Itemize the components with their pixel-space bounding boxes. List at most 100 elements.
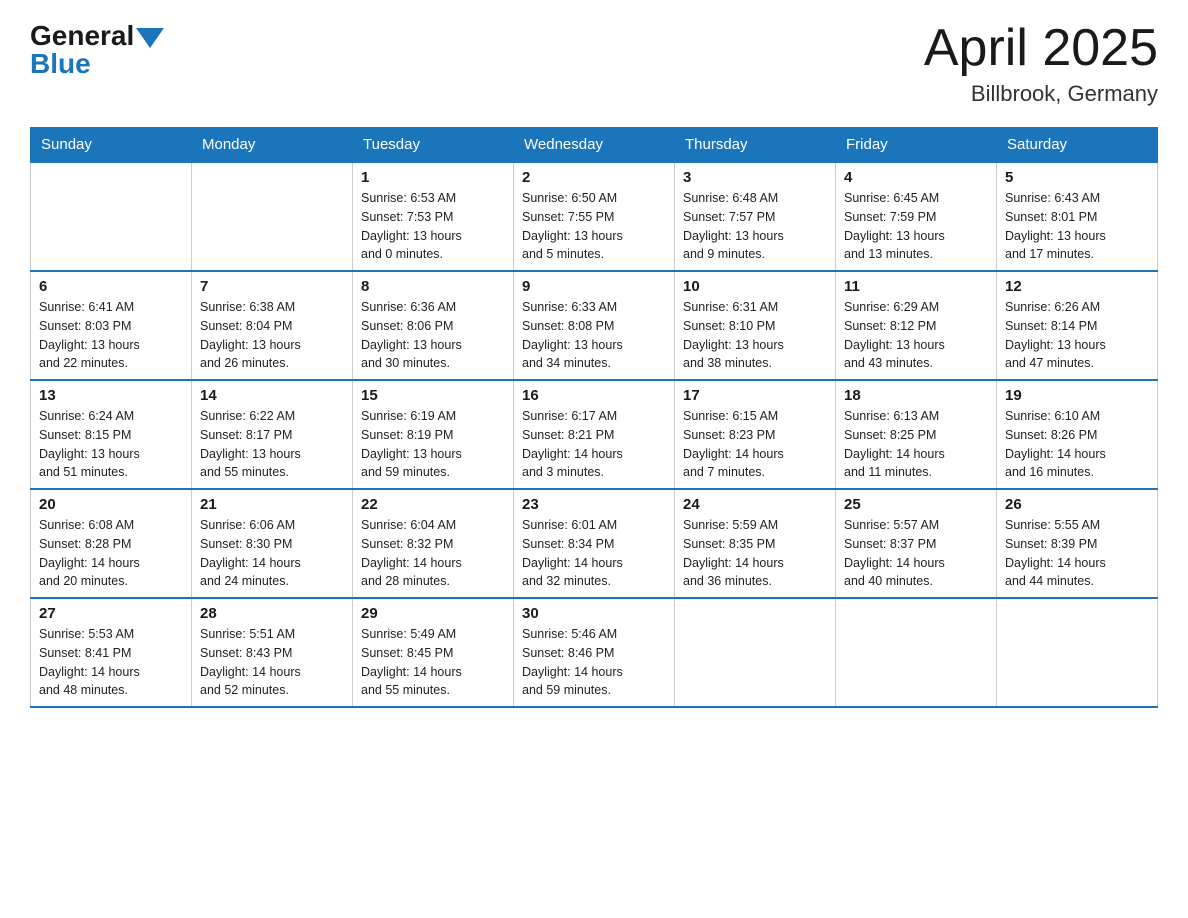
logo-arrow-icon — [136, 28, 164, 48]
calendar-cell: 28 Sunrise: 5:51 AM Sunset: 8:43 PM Dayli… — [192, 598, 353, 707]
calendar-cell — [836, 598, 997, 707]
day-info: Sunrise: 5:49 AM Sunset: 8:45 PM Dayligh… — [361, 625, 505, 700]
day-number: 26 — [1005, 496, 1149, 513]
calendar-cell: 23 Sunrise: 6:01 AM Sunset: 8:34 PM Dayli… — [514, 489, 675, 598]
day-info: Sunrise: 6:38 AM Sunset: 8:04 PM Dayligh… — [200, 298, 344, 373]
day-info: Sunrise: 6:29 AM Sunset: 8:12 PM Dayligh… — [844, 298, 988, 373]
day-number: 1 — [361, 169, 505, 186]
day-number: 17 — [683, 387, 827, 404]
day-number: 2 — [522, 169, 666, 186]
day-number: 10 — [683, 278, 827, 295]
day-info: Sunrise: 6:04 AM Sunset: 8:32 PM Dayligh… — [361, 516, 505, 591]
column-header-saturday: Saturday — [997, 128, 1158, 163]
day-number: 7 — [200, 278, 344, 295]
day-number: 15 — [361, 387, 505, 404]
calendar-cell: 7 Sunrise: 6:38 AM Sunset: 8:04 PM Daylig… — [192, 271, 353, 380]
day-number: 8 — [361, 278, 505, 295]
calendar-cell: 29 Sunrise: 5:49 AM Sunset: 8:45 PM Dayli… — [353, 598, 514, 707]
day-number: 16 — [522, 387, 666, 404]
calendar-cell: 9 Sunrise: 6:33 AM Sunset: 8:08 PM Daylig… — [514, 271, 675, 380]
day-info: Sunrise: 6:48 AM Sunset: 7:57 PM Dayligh… — [683, 189, 827, 264]
calendar-cell: 12Sunrise: 6:26 AM Sunset: 8:14 PM Dayli… — [997, 271, 1158, 380]
day-number: 27 — [39, 605, 183, 622]
day-info: Sunrise: 6:33 AM Sunset: 8:08 PM Dayligh… — [522, 298, 666, 373]
calendar-cell: 21 Sunrise: 6:06 AM Sunset: 8:30 PM Dayli… — [192, 489, 353, 598]
calendar-cell: 27 Sunrise: 5:53 AM Sunset: 8:41 PM Dayli… — [31, 598, 192, 707]
day-info: Sunrise: 6:31 AM Sunset: 8:10 PM Dayligh… — [683, 298, 827, 373]
day-number: 29 — [361, 605, 505, 622]
column-header-wednesday: Wednesday — [514, 128, 675, 163]
calendar-cell: 15 Sunrise: 6:19 AM Sunset: 8:19 PM Dayli… — [353, 380, 514, 489]
day-number: 9 — [522, 278, 666, 295]
calendar-cell — [997, 598, 1158, 707]
calendar-cell: 13Sunrise: 6:24 AM Sunset: 8:15 PM Dayli… — [31, 380, 192, 489]
day-info: Sunrise: 6:06 AM Sunset: 8:30 PM Dayligh… — [200, 516, 344, 591]
day-number: 4 — [844, 169, 988, 186]
day-number: 6 — [39, 278, 183, 295]
column-header-thursday: Thursday — [675, 128, 836, 163]
day-info: Sunrise: 6:43 AM Sunset: 8:01 PM Dayligh… — [1005, 189, 1149, 264]
calendar-cell: 22Sunrise: 6:04 AM Sunset: 8:32 PM Dayli… — [353, 489, 514, 598]
day-info: Sunrise: 5:59 AM Sunset: 8:35 PM Dayligh… — [683, 516, 827, 591]
day-info: Sunrise: 5:46 AM Sunset: 8:46 PM Dayligh… — [522, 625, 666, 700]
day-info: Sunrise: 6:36 AM Sunset: 8:06 PM Dayligh… — [361, 298, 505, 373]
calendar-header-row: SundayMondayTuesdayWednesdayThursdayFrid… — [31, 128, 1158, 163]
calendar-cell: 11 Sunrise: 6:29 AM Sunset: 8:12 PM Dayli… — [836, 271, 997, 380]
day-number: 13 — [39, 387, 183, 404]
day-info: Sunrise: 5:57 AM Sunset: 8:37 PM Dayligh… — [844, 516, 988, 591]
calendar-cell: 6 Sunrise: 6:41 AM Sunset: 8:03 PM Daylig… — [31, 271, 192, 380]
day-number: 25 — [844, 496, 988, 513]
calendar-cell — [675, 598, 836, 707]
calendar-cell: 24 Sunrise: 5:59 AM Sunset: 8:35 PM Dayli… — [675, 489, 836, 598]
page-header: General Blue April 2025 Billbrook, Germa… — [30, 20, 1158, 107]
column-header-sunday: Sunday — [31, 128, 192, 163]
day-number: 11 — [844, 278, 988, 295]
calendar-cell: 2 Sunrise: 6:50 AM Sunset: 7:55 PM Daylig… — [514, 162, 675, 271]
calendar-cell: 4Sunrise: 6:45 AM Sunset: 7:59 PM Daylig… — [836, 162, 997, 271]
column-header-tuesday: Tuesday — [353, 128, 514, 163]
day-number: 19 — [1005, 387, 1149, 404]
day-number: 21 — [200, 496, 344, 513]
calendar-cell — [192, 162, 353, 271]
column-header-friday: Friday — [836, 128, 997, 163]
day-info: Sunrise: 5:51 AM Sunset: 8:43 PM Dayligh… — [200, 625, 344, 700]
calendar-cell: 16 Sunrise: 6:17 AM Sunset: 8:21 PM Dayli… — [514, 380, 675, 489]
day-number: 20 — [39, 496, 183, 513]
calendar-table: SundayMondayTuesdayWednesdayThursdayFrid… — [30, 127, 1158, 708]
day-info: Sunrise: 5:53 AM Sunset: 8:41 PM Dayligh… — [39, 625, 183, 700]
day-number: 23 — [522, 496, 666, 513]
day-info: Sunrise: 6:22 AM Sunset: 8:17 PM Dayligh… — [200, 407, 344, 482]
calendar-cell: 8 Sunrise: 6:36 AM Sunset: 8:06 PM Daylig… — [353, 271, 514, 380]
calendar-week-3: 13Sunrise: 6:24 AM Sunset: 8:15 PM Dayli… — [31, 380, 1158, 489]
day-info: Sunrise: 6:41 AM Sunset: 8:03 PM Dayligh… — [39, 298, 183, 373]
day-number: 28 — [200, 605, 344, 622]
calendar-week-1: 1Sunrise: 6:53 AM Sunset: 7:53 PM Daylig… — [31, 162, 1158, 271]
day-number: 3 — [683, 169, 827, 186]
day-info: Sunrise: 6:17 AM Sunset: 8:21 PM Dayligh… — [522, 407, 666, 482]
column-header-monday: Monday — [192, 128, 353, 163]
day-info: Sunrise: 6:01 AM Sunset: 8:34 PM Dayligh… — [522, 516, 666, 591]
logo: General Blue — [30, 20, 164, 80]
day-info: Sunrise: 6:50 AM Sunset: 7:55 PM Dayligh… — [522, 189, 666, 264]
location-text: Billbrook, Germany — [924, 81, 1158, 107]
day-info: Sunrise: 6:26 AM Sunset: 8:14 PM Dayligh… — [1005, 298, 1149, 373]
month-title: April 2025 — [924, 20, 1158, 77]
day-number: 30 — [522, 605, 666, 622]
day-info: Sunrise: 6:15 AM Sunset: 8:23 PM Dayligh… — [683, 407, 827, 482]
calendar-cell: 18Sunrise: 6:13 AM Sunset: 8:25 PM Dayli… — [836, 380, 997, 489]
calendar-week-5: 27 Sunrise: 5:53 AM Sunset: 8:41 PM Dayli… — [31, 598, 1158, 707]
calendar-cell: 25 Sunrise: 5:57 AM Sunset: 8:37 PM Dayli… — [836, 489, 997, 598]
calendar-cell: 3 Sunrise: 6:48 AM Sunset: 7:57 PM Daylig… — [675, 162, 836, 271]
logo-blue-text: Blue — [30, 48, 91, 80]
calendar-cell — [31, 162, 192, 271]
calendar-cell: 20 Sunrise: 6:08 AM Sunset: 8:28 PM Dayli… — [31, 489, 192, 598]
calendar-cell: 5Sunrise: 6:43 AM Sunset: 8:01 PM Daylig… — [997, 162, 1158, 271]
day-number: 18 — [844, 387, 988, 404]
calendar-cell: 30 Sunrise: 5:46 AM Sunset: 8:46 PM Dayli… — [514, 598, 675, 707]
calendar-cell: 10 Sunrise: 6:31 AM Sunset: 8:10 PM Dayli… — [675, 271, 836, 380]
day-number: 24 — [683, 496, 827, 513]
day-info: Sunrise: 6:19 AM Sunset: 8:19 PM Dayligh… — [361, 407, 505, 482]
day-info: Sunrise: 6:08 AM Sunset: 8:28 PM Dayligh… — [39, 516, 183, 591]
calendar-cell: 26 Sunrise: 5:55 AM Sunset: 8:39 PM Dayli… — [997, 489, 1158, 598]
day-info: Sunrise: 5:55 AM Sunset: 8:39 PM Dayligh… — [1005, 516, 1149, 591]
